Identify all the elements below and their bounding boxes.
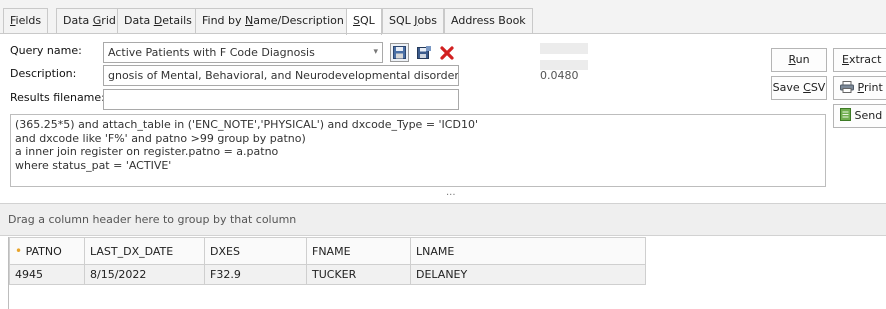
- sql-line: where status_pat = 'ACTIVE': [15, 158, 172, 172]
- tab-data-grid[interactable]: Data Grid: [56, 8, 123, 34]
- query-name-combo[interactable]: Active Patients with F Code Diagnosis ▾: [103, 42, 383, 63]
- description-value: gnosis of Mental, Behavioral, and Neurod…: [108, 69, 459, 82]
- send-icon: [840, 108, 851, 121]
- sql-line: (365.25*5) and attach_table in ('ENC_NOT…: [15, 118, 478, 131]
- table-row[interactable]: 4945 8/15/2022 F32.9 TUCKER DELANEY: [9, 264, 646, 285]
- extract-button[interactable]: Extract: [833, 48, 886, 72]
- new-row-indicator-icon: •: [15, 244, 23, 258]
- tab-data-details[interactable]: Data Details: [117, 8, 199, 34]
- timing-value: 0.0480: [540, 69, 579, 82]
- results-filename-field[interactable]: [103, 89, 459, 110]
- query-name-label: Query name:: [10, 44, 82, 57]
- save-csv-button[interactable]: Save CSV: [771, 76, 827, 100]
- cell-dxes[interactable]: F32.9: [204, 264, 307, 285]
- grid-header-row: • PATNO LAST_DX_DATE DXES FNAME LNAME: [9, 237, 646, 265]
- column-header-lname[interactable]: LNAME: [410, 237, 646, 265]
- column-header-last-dx-date[interactable]: LAST_DX_DATE: [84, 237, 205, 265]
- delete-icon: [439, 45, 454, 60]
- column-header-fname[interactable]: FNAME: [306, 237, 411, 265]
- description-label: Description:: [10, 67, 77, 80]
- column-header-dxes[interactable]: DXES: [204, 237, 307, 265]
- run-button[interactable]: Run: [771, 48, 827, 72]
- grid-left-border: [8, 237, 9, 309]
- save-icon: [393, 46, 406, 59]
- tab-underline: [0, 33, 886, 34]
- description-field[interactable]: gnosis of Mental, Behavioral, and Neurod…: [103, 65, 459, 86]
- column-header-patno[interactable]: • PATNO: [9, 237, 85, 265]
- delete-query-button[interactable]: [437, 43, 456, 62]
- save-as-icon: [416, 45, 431, 59]
- save-query-button[interactable]: [390, 43, 409, 62]
- print-button[interactable]: Print: [833, 76, 886, 100]
- tab-sql[interactable]: SQL: [346, 8, 382, 35]
- save-as-query-button[interactable]: [414, 43, 433, 62]
- tab-sql-jobs[interactable]: SQL Jobs: [382, 8, 444, 34]
- send-button[interactable]: Send: [833, 104, 886, 128]
- cell-last-dx-date[interactable]: 8/15/2022: [84, 264, 205, 285]
- results-grid: • PATNO LAST_DX_DATE DXES FNAME LNAME 49…: [9, 237, 646, 285]
- group-by-panel[interactable]: Drag a column header here to group by th…: [0, 203, 886, 236]
- tab-address-book[interactable]: Address Book: [444, 8, 533, 34]
- cell-fname[interactable]: TUCKER: [306, 264, 411, 285]
- results-filename-label: Results filename:: [10, 91, 105, 104]
- timing-bar: [540, 43, 588, 54]
- tab-fields[interactable]: Fields: [3, 8, 49, 34]
- sql-editor[interactable]: (365.25*5) and attach_table in ('ENC_NOT…: [10, 114, 826, 187]
- printer-icon: [840, 81, 854, 93]
- splitter-handle[interactable]: ...: [446, 188, 456, 198]
- cell-patno[interactable]: 4945: [9, 264, 85, 285]
- cell-lname[interactable]: DELANEY: [410, 264, 646, 285]
- tab-find-by-name[interactable]: Find by Name/Description: [195, 8, 351, 34]
- combo-arrow-icon[interactable]: ▾: [373, 43, 378, 62]
- sql-line: and dxcode like 'F%' and patno >99 group…: [15, 131, 306, 145]
- sql-line: a inner join register on register.patno …: [15, 145, 279, 158]
- query-name-value: Active Patients with F Code Diagnosis: [108, 46, 315, 59]
